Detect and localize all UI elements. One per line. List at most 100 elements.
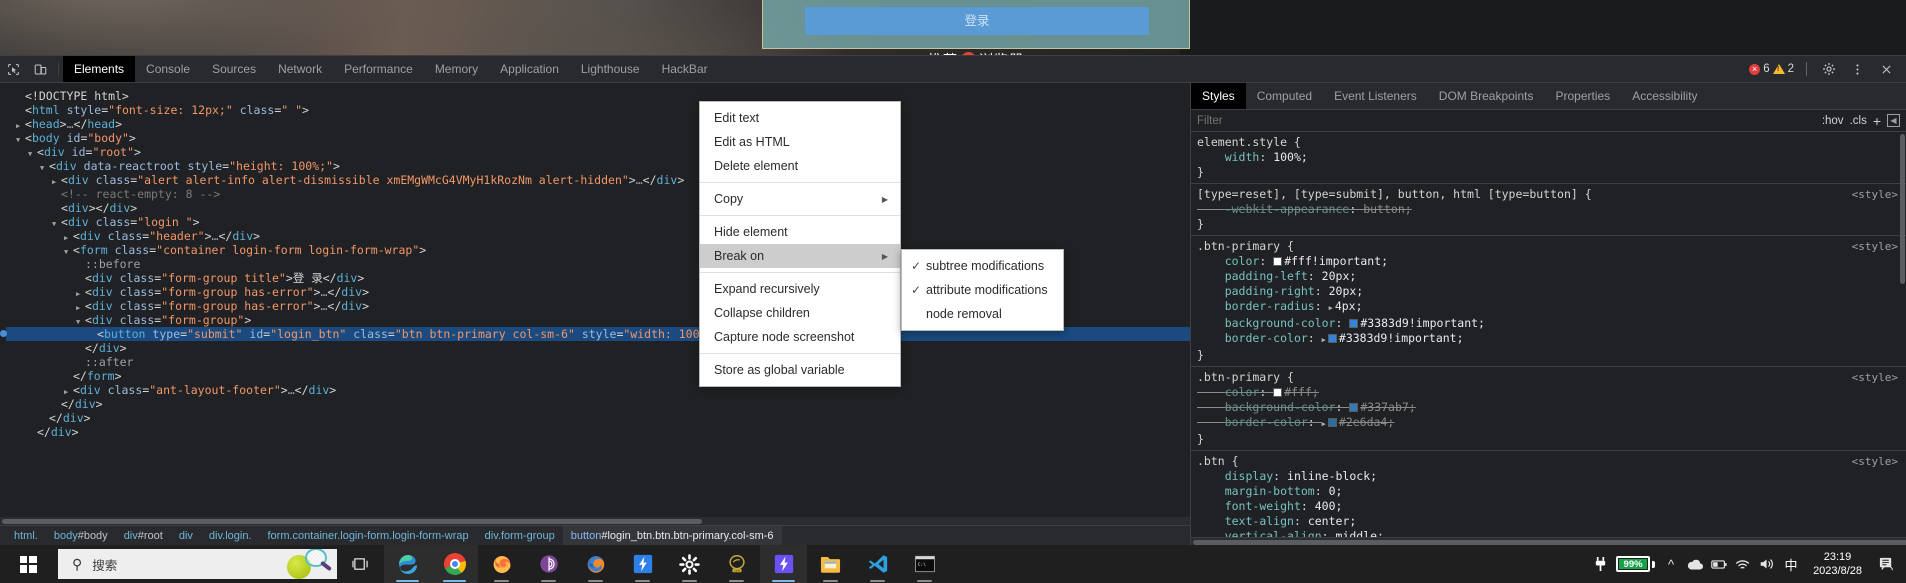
settings-gear-icon[interactable] — [666, 545, 713, 583]
breadcrumb-item[interactable]: div.form-group — [477, 526, 563, 546]
styles-hscroll-thumb[interactable] — [1193, 539, 1906, 545]
power-plug-icon[interactable] — [1588, 545, 1612, 583]
dom-tree-row[interactable]: <div class="ant-layout-footer">…</div> — [6, 383, 1190, 397]
burp-suite-icon[interactable] — [619, 545, 666, 583]
devtools-tab-application[interactable]: Application — [489, 56, 570, 82]
dom-tree-row[interactable]: </div> — [6, 411, 1190, 425]
dom-tree-row[interactable]: </div> — [6, 341, 1190, 355]
onedrive-cloud-icon[interactable] — [1683, 545, 1707, 583]
styles-tab-computed[interactable]: Computed — [1246, 83, 1323, 109]
style-rule-selector[interactable]: .btn { — [1191, 454, 1906, 469]
dom-tree-row[interactable]: <div class="login "> — [6, 215, 1190, 229]
style-rule-selector[interactable]: element.style { — [1191, 135, 1906, 150]
style-declaration[interactable]: color: #fff; — [1191, 385, 1906, 400]
style-declaration[interactable]: font-weight: 400; — [1191, 499, 1906, 514]
styles-rules-list[interactable]: element.style { width: 100%;} [type=reset… — [1191, 132, 1906, 537]
breadcrumb-item[interactable]: div.login. — [201, 526, 260, 546]
devtools-tab-hackbar[interactable]: HackBar — [651, 56, 719, 82]
devtools-tab-lighthouse[interactable]: Lighthouse — [570, 56, 651, 82]
style-declaration[interactable]: margin-bottom: 0; — [1191, 484, 1906, 499]
dom-tree-row[interactable]: <div class="alert alert-info alert-dismi… — [6, 173, 1190, 187]
search-input[interactable]: ⚲ 搜索 — [58, 549, 337, 579]
close-icon[interactable] — [1873, 63, 1900, 76]
breadcrumb-item[interactable]: div#root — [116, 526, 171, 546]
clock[interactable]: 23:19 2023/8/28 — [1803, 545, 1872, 583]
styles-filter-input[interactable] — [1197, 114, 1816, 127]
login-submit-button[interactable]: 登录 — [805, 7, 1149, 35]
style-rule-selector[interactable]: .btn-primary { — [1191, 370, 1906, 385]
volume-icon[interactable] — [1755, 545, 1779, 583]
dom-tree-row[interactable]: </div> — [6, 397, 1190, 411]
style-declaration[interactable]: -webkit-appearance: button; — [1191, 202, 1906, 217]
wifi-icon[interactable] — [1731, 545, 1755, 583]
style-declaration[interactable]: width: 100%; — [1191, 150, 1906, 165]
inspect-element-icon[interactable] — [0, 56, 27, 82]
styles-tab-styles[interactable]: Styles — [1191, 83, 1246, 109]
dom-tree-row[interactable]: <head>…</head> — [6, 117, 1190, 131]
style-rule-selector[interactable]: .btn-primary { — [1191, 239, 1906, 254]
google-chrome-icon[interactable] — [431, 545, 478, 583]
style-declaration[interactable]: vertical-align: middle; — [1191, 529, 1906, 537]
cls-toggle[interactable]: .cls — [1850, 115, 1867, 127]
devtools-tab-network[interactable]: Network — [267, 56, 333, 82]
context-menu-item-hide-element[interactable]: Hide element — [700, 220, 900, 244]
file-explorer-icon[interactable] — [807, 545, 854, 583]
task-view-icon[interactable] — [337, 545, 384, 583]
issues-counter[interactable]: × 6 2 — [1749, 63, 1794, 75]
context-menu-item-edit-as-html[interactable]: Edit as HTML — [700, 130, 900, 154]
battery-status[interactable]: 99% — [1612, 556, 1659, 572]
break-on-item-subtree-modifications[interactable]: ✓ subtree modifications — [902, 254, 1063, 278]
style-declaration[interactable]: background-color: #337ab7; — [1191, 400, 1906, 415]
dom-tree-row[interactable]: <div id="root"> — [6, 145, 1190, 159]
devtools-tab-elements[interactable]: Elements — [63, 56, 136, 82]
context-menu-item-delete-element[interactable]: Delete element — [700, 154, 900, 178]
style-declaration[interactable]: background-color: #3383d9!important; — [1191, 316, 1906, 331]
styles-horizontal-scrollbar[interactable] — [1191, 537, 1906, 545]
dom-tree-scroll-thumb[interactable] — [2, 518, 702, 524]
notifications-icon[interactable] — [1872, 545, 1900, 583]
styles-scroll-thumb[interactable] — [1900, 134, 1905, 284]
terminal-icon[interactable]: C:\ — [901, 545, 948, 583]
yakit-icon[interactable]: Yakit — [713, 545, 760, 583]
dom-tree-row[interactable]: <!-- react-empty: 8 --> — [6, 187, 1190, 201]
windows-start-icon[interactable] — [0, 545, 56, 583]
vs-code-icon[interactable] — [854, 545, 901, 583]
styles-vertical-scrollbar[interactable] — [1899, 132, 1906, 537]
style-rule[interactable]: .btn-primary {<style> color: #fff; backg… — [1191, 367, 1906, 451]
breadcrumb-item[interactable]: button#login_btn.btn.btn-primary.col-sm-… — [562, 525, 782, 545]
ime-indicator[interactable]: 中 — [1779, 545, 1803, 583]
dom-tree-row[interactable]: </div> — [6, 425, 1190, 439]
devtools-tab-console[interactable]: Console — [135, 56, 201, 82]
context-menu-item-capture-node-screenshot[interactable]: Capture node screenshot — [700, 325, 900, 349]
break-on-item-node-removal[interactable]: node removal — [902, 302, 1063, 326]
break-on-item-attribute-modifications[interactable]: ✓ attribute modifications — [902, 278, 1063, 302]
dom-tree-row[interactable]: </form> — [6, 369, 1190, 383]
style-rule[interactable]: [type=reset], [type=submit], button, htm… — [1191, 184, 1906, 236]
context-menu-item-collapse-children[interactable]: Collapse children — [700, 301, 900, 325]
style-declaration[interactable]: padding-right: 20px; — [1191, 284, 1906, 299]
style-declaration[interactable]: color: #fff!important; — [1191, 254, 1906, 269]
styles-tab-accessibility[interactable]: Accessibility — [1621, 83, 1708, 109]
style-declaration[interactable]: border-color: ▶ #2e6da4; — [1191, 415, 1906, 432]
style-rule[interactable]: .btn-primary {<style> color: #fff!import… — [1191, 236, 1906, 367]
style-declaration[interactable]: border-color: ▶ #3383d9!important; — [1191, 331, 1906, 348]
gear-icon[interactable] — [1815, 62, 1842, 76]
breadcrumb-item[interactable]: html. — [6, 526, 46, 546]
breadcrumb-item[interactable]: form.container.login-form.login-form-wra… — [260, 526, 477, 546]
breadcrumb-item[interactable]: div — [171, 526, 201, 546]
context-menu-item-break-on[interactable]: Break on ▶ — [700, 244, 900, 268]
breadcrumb-item[interactable]: body#body — [46, 526, 116, 546]
style-declaration[interactable]: display: inline-block; — [1191, 469, 1906, 484]
devtools-tab-sources[interactable]: Sources — [201, 56, 267, 82]
styles-tab-dom-breakpoints[interactable]: DOM Breakpoints — [1428, 83, 1545, 109]
hov-toggle[interactable]: :hov — [1822, 115, 1844, 127]
dom-tree-row[interactable]: <html style="font-size: 12px;" class=" "… — [6, 103, 1190, 117]
dom-tree-row[interactable]: ::after — [6, 355, 1190, 369]
microsoft-edge-icon[interactable] — [384, 545, 431, 583]
dom-tree-row[interactable]: <div class="header">…</div> — [6, 229, 1190, 243]
context-menu-item-expand-recursively[interactable]: Expand recursively — [700, 277, 900, 301]
proxy-lightning-icon[interactable] — [760, 545, 807, 583]
style-declaration[interactable]: text-align: center; — [1191, 514, 1906, 529]
dom-tree-row[interactable]: <div></div> — [6, 201, 1190, 215]
style-rule[interactable]: element.style { width: 100%;} — [1191, 132, 1906, 184]
